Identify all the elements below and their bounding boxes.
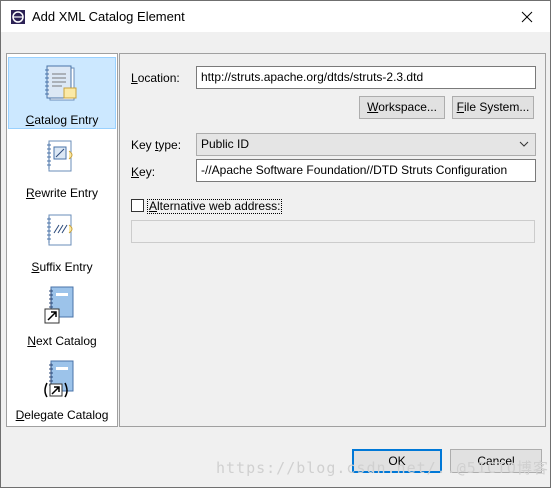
next-catalog-icon [44,286,74,324]
alternative-address-label[interactable]: Alternative web address: [147,199,283,214]
location-input[interactable]: http://struts.apache.org/dtds/struts-2.3… [196,66,536,89]
sidebar-item-rewrite-entry[interactable]: Rewrite Entry [8,131,116,203]
watermark-text: https://blog.csdn.net/..@51CTO博客 [216,459,549,477]
sidebar-item-label: Rewrite Entry [25,186,99,200]
close-icon [521,11,533,22]
element-type-list: Catalog Entry Rewrite Entry Suffix Entry [6,53,118,427]
sidebar-item-label: Suffix Entry [31,260,93,274]
alternative-address-checkbox[interactable] [131,199,144,212]
sidebar-item-catalog-entry[interactable]: Catalog Entry [8,57,116,129]
location-label: Location: [131,71,180,85]
window-title: Add XML Catalog Element [32,9,185,24]
catalog-entry-form: Location: http://struts.apache.org/dtds/… [119,53,546,427]
rewrite-entry-icon [47,140,73,172]
suffix-entry-icon [47,214,73,246]
alternative-address-input [131,220,535,243]
sidebar-item-suffix-entry[interactable]: Suffix Entry [8,205,116,277]
sidebar-item-next-catalog[interactable]: Next Catalog [8,279,116,351]
title-bar: Add XML Catalog Element [1,1,550,32]
close-button[interactable] [504,1,550,32]
eclipse-icon [10,9,26,25]
delegate-catalog-icon [44,360,74,398]
sidebar-item-label: Next Catalog [27,334,97,348]
key-input[interactable]: -//Apache Software Foundation//DTD Strut… [196,159,536,182]
catalog-entry-icon [45,65,77,101]
sidebar-item-delegate-catalog[interactable]: Delegate Catalog [8,353,116,425]
sidebar-item-label: Delegate Catalog [15,408,109,422]
key-type-value: Public ID [201,137,250,151]
dialog-window: Add XML Catalog Element Catalog Entry Re… [0,0,551,488]
chevron-down-icon [519,141,529,147]
workspace-button[interactable]: Workspace... [359,96,445,119]
key-type-select[interactable]: Public ID [196,133,536,156]
key-type-label: Key type: [131,138,182,152]
sidebar-item-label: Catalog Entry [25,113,99,127]
key-label: Key: [131,165,156,179]
file-system-button[interactable]: File System... [452,96,534,119]
